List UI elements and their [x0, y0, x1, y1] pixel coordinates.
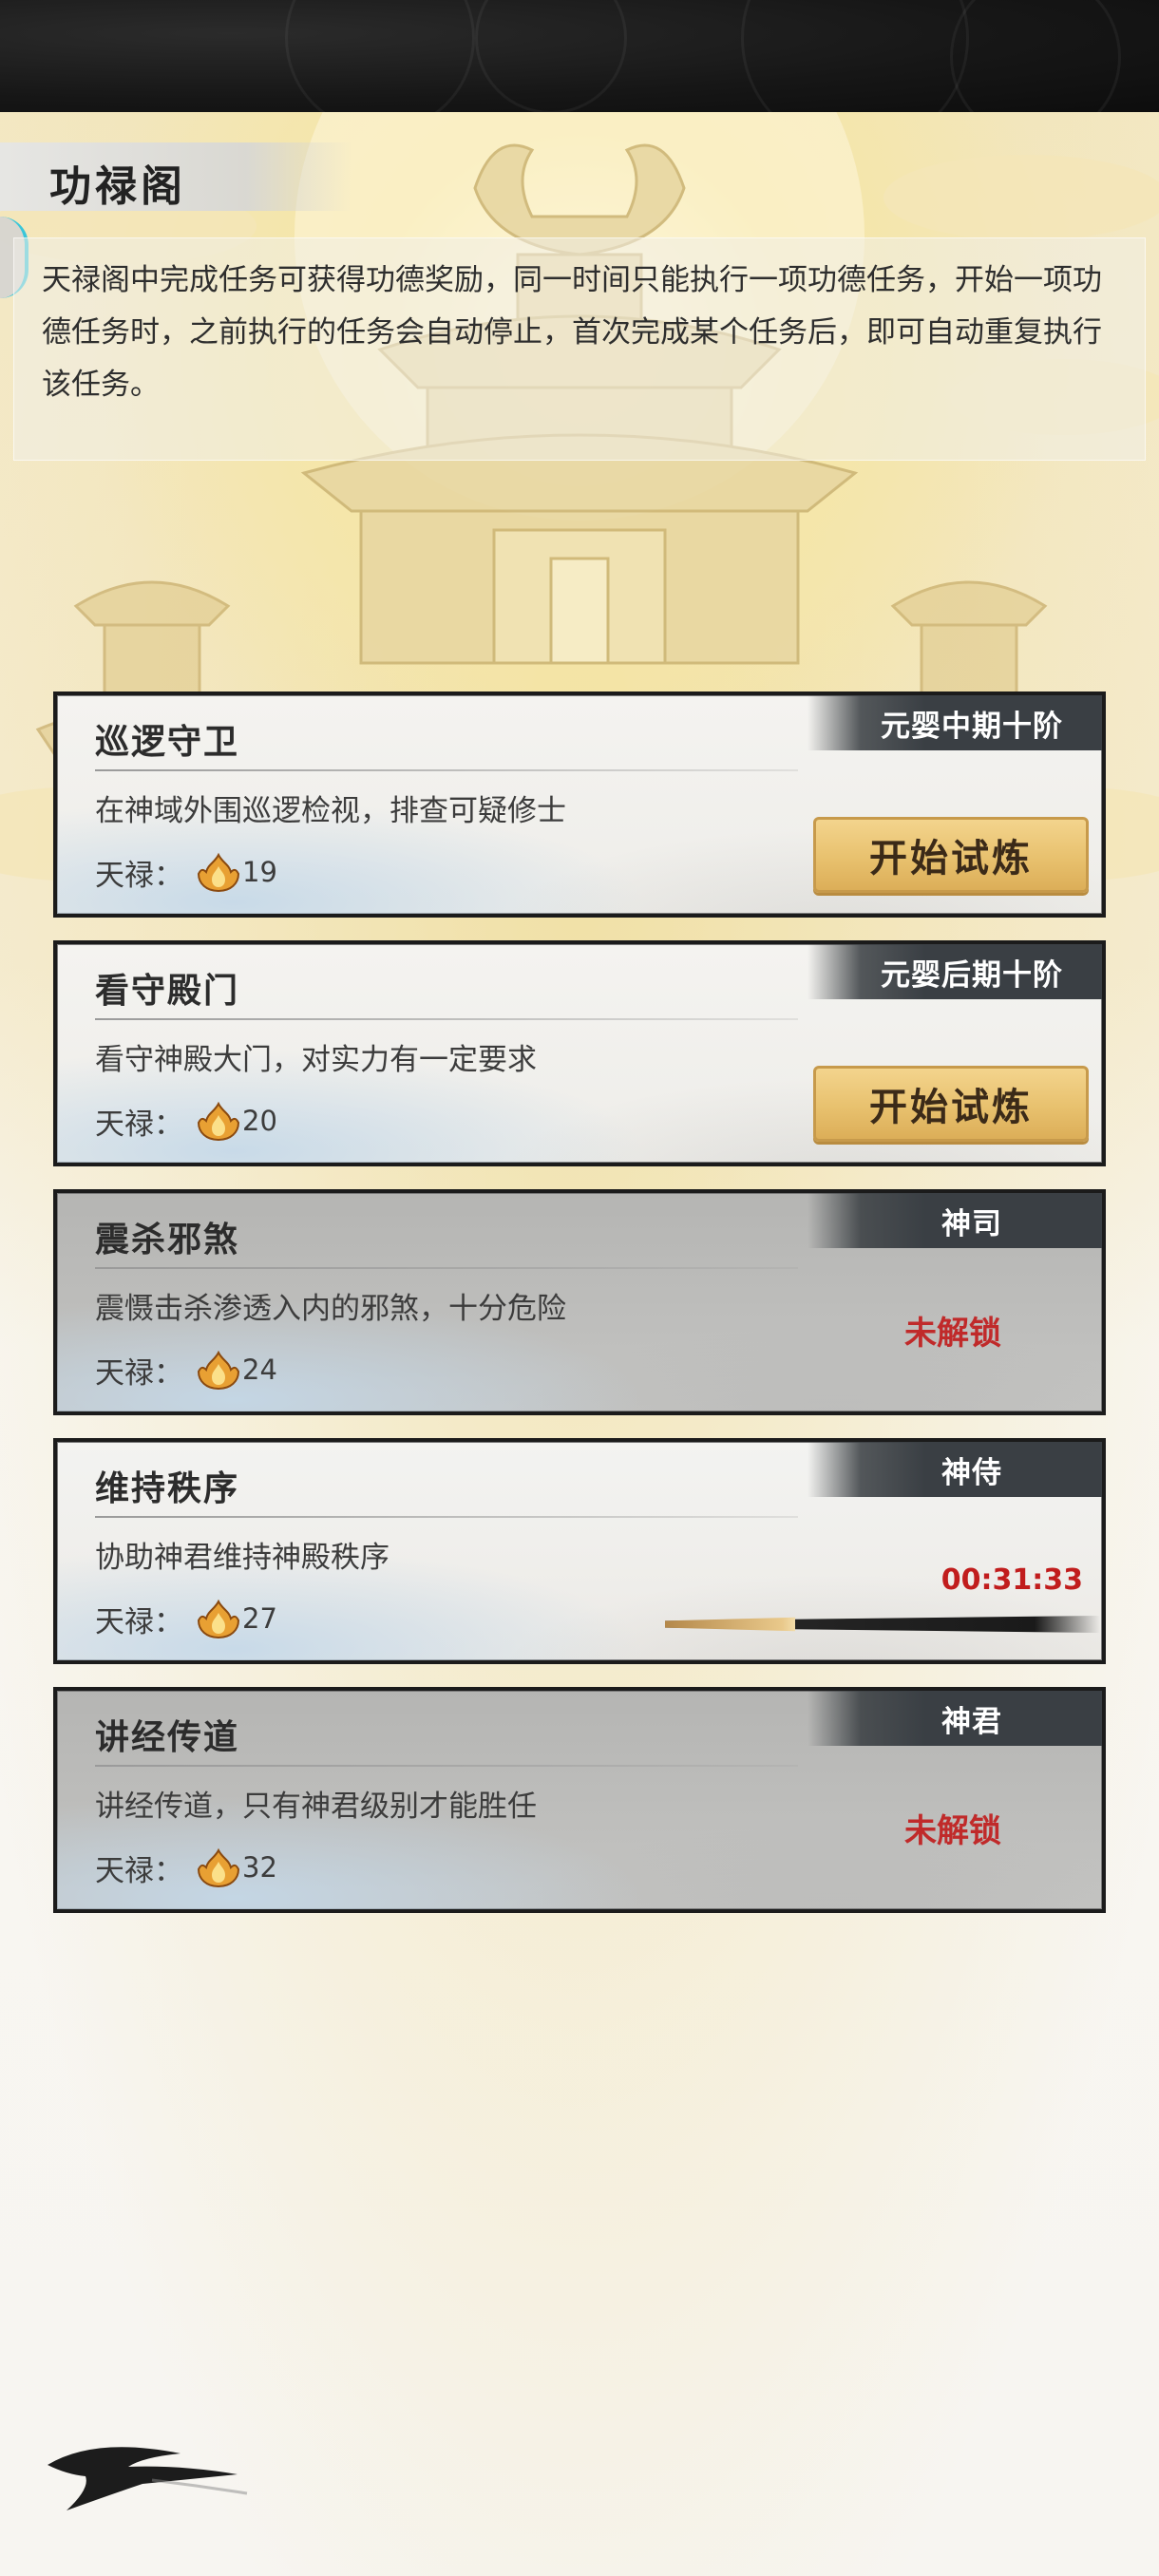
start-trial-button[interactable]: 开始试炼 — [813, 1066, 1089, 1142]
task-description: 讲经传道，只有神君级别才能胜任 — [95, 1790, 537, 1824]
realm-requirement-badge: 元婴中期十阶 — [808, 695, 1102, 750]
reward-amount: 32 — [242, 1851, 277, 1884]
flame-currency-icon — [197, 852, 240, 893]
top-status-bar — [0, 0, 1159, 112]
task-card: 巡逻守卫 在神域外围巡逻检视，排查可疑修士 天禄： 19 元婴中期十阶 开始试炼 — [53, 691, 1106, 918]
task-card: 维持秩序 协助神君维持神殿秩序 天禄： 27 神侍 00:31:33 — [53, 1438, 1106, 1664]
divider — [95, 769, 798, 771]
flame-currency-icon — [197, 1101, 240, 1142]
reward-amount: 19 — [242, 856, 277, 888]
page-title-tab: 功禄阁 — [0, 142, 352, 211]
info-description: 天禄阁中完成任务可获得功德奖励，同一时间只能执行一项功德任务，开始一项功德任务时… — [42, 263, 1102, 402]
reward-label: 天禄： — [95, 1107, 183, 1142]
divider — [95, 1516, 798, 1518]
reward-amount: 24 — [242, 1354, 277, 1386]
reward-amount: 20 — [242, 1105, 277, 1137]
divider — [95, 1018, 798, 1020]
task-title: 讲经传道 — [95, 1717, 240, 1757]
task-card: 讲经传道 讲经传道，只有神君级别才能胜任 天禄： 32 神君 未解锁 — [53, 1687, 1106, 1913]
realm-requirement-badge: 神侍 — [808, 1442, 1102, 1497]
task-title: 看守殿门 — [95, 971, 240, 1011]
task-timer: 00:31:33 — [940, 1563, 1083, 1597]
reward-label: 天禄： — [95, 1355, 183, 1391]
task-description: 看守神殿大门，对实力有一定要求 — [95, 1043, 537, 1077]
divider — [95, 1765, 798, 1767]
realm-requirement-badge: 神司 — [808, 1193, 1102, 1248]
task-title: 震杀邪煞 — [95, 1220, 240, 1260]
realm-requirement-badge: 元婴后期十阶 — [808, 944, 1102, 999]
start-trial-button[interactable]: 开始试炼 — [813, 817, 1089, 893]
task-title: 维持秩序 — [95, 1468, 240, 1508]
page-title: 功禄阁 — [49, 162, 186, 211]
task-card: 看守殿门 看守神殿大门，对实力有一定要求 天禄： 20 元婴后期十阶 开始试炼 — [53, 940, 1106, 1166]
realm-requirement-badge: 神君 — [808, 1691, 1102, 1746]
task-card: 震杀邪煞 震慑击杀渗透入内的邪煞，十分危险 天禄： 24 神司 未解锁 — [53, 1189, 1106, 1415]
task-description: 协助神君维持神殿秩序 — [95, 1541, 390, 1575]
locked-status: 未解锁 — [904, 1315, 1001, 1353]
task-reward: 天禄： 19 — [95, 851, 277, 893]
task-description: 在神域外围巡逻检视，排查可疑修士 — [95, 794, 566, 828]
task-title: 巡逻守卫 — [95, 722, 240, 762]
flame-currency-icon — [197, 1847, 240, 1888]
reward-label: 天禄： — [95, 1853, 183, 1888]
divider — [95, 1267, 798, 1269]
flame-currency-icon — [197, 1599, 240, 1639]
locked-status: 未解锁 — [904, 1812, 1001, 1850]
task-reward: 天禄： 32 — [95, 1847, 277, 1888]
reward-amount: 27 — [242, 1602, 277, 1635]
flame-currency-icon — [197, 1350, 240, 1391]
task-description: 震慑击杀渗透入内的邪煞，十分危险 — [95, 1292, 566, 1326]
brush-stroke-icon — [48, 2447, 248, 2510]
task-reward: 天禄： 20 — [95, 1100, 277, 1142]
reward-label: 天禄： — [95, 858, 183, 893]
reward-label: 天禄： — [95, 1604, 183, 1639]
task-reward: 天禄： 27 — [95, 1598, 277, 1639]
task-reward: 天禄： 24 — [95, 1349, 277, 1391]
